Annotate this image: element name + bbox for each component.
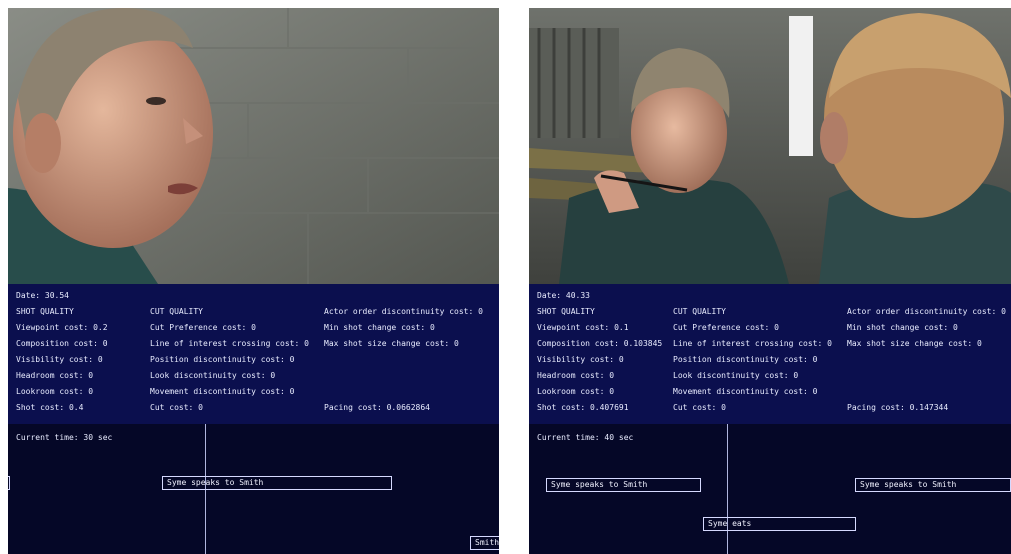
- min-shot-change-cost: Min shot change cost: 0: [324, 323, 435, 332]
- lookroom-cost: Lookroom cost: 0: [16, 387, 94, 396]
- current-time-label: Current time: 30 sec: [16, 433, 113, 442]
- right-scene-render: [529, 8, 1011, 284]
- timeline-clip[interactable]: Syme speaks to Smith: [162, 476, 392, 490]
- cut-cost: Cut cost: 0: [673, 403, 726, 412]
- max-shot-size-change-cost: Max shot size change cost: 0: [324, 339, 459, 348]
- pacing-cost: Pacing cost: 0.0662864: [324, 403, 430, 412]
- shot-quality-header: SHOT QUALITY: [537, 307, 595, 316]
- cut-cost: Cut cost: 0: [150, 403, 203, 412]
- shot-quality-header: SHOT QUALITY: [16, 307, 74, 316]
- visibility-cost: Visibility cost: 0: [16, 355, 103, 364]
- pacing-cost: Pacing cost: 0.147344: [847, 403, 949, 412]
- composition-cost: Composition cost: 0.103845: [537, 339, 663, 348]
- cut-quality-header: CUT QUALITY: [150, 307, 203, 316]
- look-discontinuity-cost: Look discontinuity cost: 0: [150, 371, 276, 380]
- shot-cost: Shot cost: 0.4: [16, 403, 84, 412]
- line-of-interest-cost: Line of interest crossing cost: 0: [150, 339, 309, 348]
- headroom-cost: Headroom cost: 0: [537, 371, 615, 380]
- movement-discontinuity-cost: Movement discontinuity cost: 0: [673, 387, 818, 396]
- left-timeline[interactable]: Current time: 30 sec Syme speaks to Smit…: [8, 424, 499, 554]
- left-panel: Date: 30.54 SHOT QUALITY Viewpoint cost:…: [8, 8, 499, 554]
- max-shot-size-change-cost: Max shot size change cost: 0: [847, 339, 982, 348]
- lookroom-cost: Lookroom cost: 0: [537, 387, 615, 396]
- headroom-cost: Headroom cost: 0: [16, 371, 94, 380]
- shot-cost: Shot cost: 0.407691: [537, 403, 629, 412]
- timeline-clip[interactable]: [8, 476, 10, 490]
- min-shot-change-cost: Min shot change cost: 0: [847, 323, 958, 332]
- right-timeline[interactable]: Current time: 40 sec Syme speaks to Smit…: [529, 424, 1011, 554]
- viewpoint-cost: Viewpoint cost: 0.1: [537, 323, 629, 332]
- right-cost-panel: Date: 40.33 SHOT QUALITY Viewpoint cost:…: [529, 284, 1011, 424]
- left-scene-render: [8, 8, 499, 284]
- timeline-clip[interactable]: Syme speaks to Smith: [546, 478, 701, 492]
- visibility-cost: Visibility cost: 0: [537, 355, 624, 364]
- current-time-label: Current time: 40 sec: [537, 433, 634, 442]
- playhead-cursor[interactable]: [727, 424, 728, 554]
- look-discontinuity-cost: Look discontinuity cost: 0: [673, 371, 799, 380]
- actor-order-cost: Actor order discontinuity cost: 0: [847, 307, 1006, 316]
- movement-discontinuity-cost: Movement discontinuity cost: 0: [150, 387, 295, 396]
- timeline-clip[interactable]: Syme eats: [703, 517, 856, 531]
- date-label: Date: 40.33: [537, 291, 590, 300]
- line-of-interest-cost: Line of interest crossing cost: 0: [673, 339, 832, 348]
- date-label: Date: 30.54: [16, 291, 69, 300]
- right-scene-illustration: [529, 8, 1011, 284]
- viewpoint-cost: Viewpoint cost: 0.2: [16, 323, 108, 332]
- position-discontinuity-cost: Position discontinuity cost: 0: [150, 355, 295, 364]
- timeline-clip[interactable]: Smith: [470, 536, 499, 550]
- right-panel: Date: 40.33 SHOT QUALITY Viewpoint cost:…: [529, 8, 1011, 554]
- actor-order-cost: Actor order discontinuity cost: 0: [324, 307, 483, 316]
- cut-preference-cost: Cut Preference cost: 0: [150, 323, 256, 332]
- left-scene-illustration: [8, 8, 499, 284]
- timeline-clip[interactable]: Syme speaks to Smith: [855, 478, 1011, 492]
- position-discontinuity-cost: Position discontinuity cost: 0: [673, 355, 818, 364]
- cut-preference-cost: Cut Preference cost: 0: [673, 323, 779, 332]
- left-cost-panel: Date: 30.54 SHOT QUALITY Viewpoint cost:…: [8, 284, 499, 424]
- composition-cost: Composition cost: 0: [16, 339, 108, 348]
- cut-quality-header: CUT QUALITY: [673, 307, 726, 316]
